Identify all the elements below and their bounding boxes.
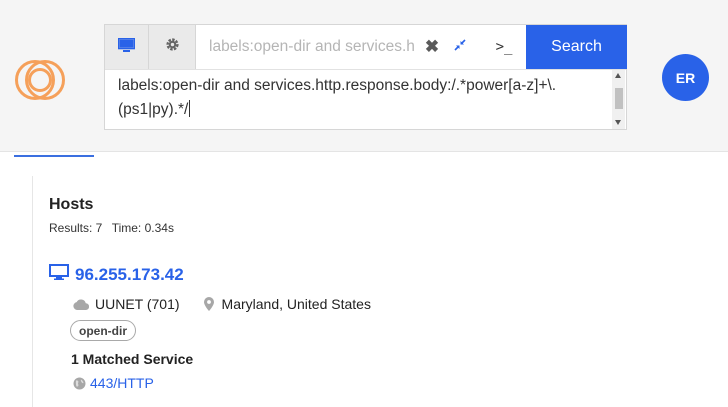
close-icon: ✖ [424,37,440,56]
search-box: ✖ >_ Search labels:open-dir and services… [104,24,627,130]
scroll-up-arrow-icon[interactable] [615,73,621,78]
collapse-icon [454,38,466,56]
query-value: labels:open-dir and services.http.respon… [118,77,557,118]
query-textarea[interactable]: labels:open-dir and services.http.respon… [105,69,626,129]
scroll-down-arrow-icon[interactable] [615,120,621,125]
label-badge[interactable]: open-dir [70,320,136,341]
top-bar: ✖ >_ Search labels:open-dir and services… [0,0,728,152]
cli-button[interactable]: >_ [485,25,523,69]
map-pin-icon [203,297,214,311]
content-divider [32,176,33,407]
search-row: ✖ >_ Search [105,25,627,69]
logo[interactable] [14,58,72,102]
search-input[interactable] [197,25,415,69]
collapse-button[interactable] [447,25,473,69]
text-cursor [189,100,191,117]
active-tab-indicator [14,155,94,157]
query-scrollbar[interactable] [612,70,625,129]
results-time: Time: 0.34s [111,221,174,235]
globe-icon [73,377,86,390]
query-text[interactable]: labels:open-dir and services.http.respon… [118,74,608,122]
settings-button[interactable] [149,25,196,69]
service-label[interactable]: 443/HTTP [90,375,154,391]
host-result-link[interactable]: 96.255.173.42 [49,264,184,285]
host-type-button[interactable] [105,25,149,69]
cloud-icon [73,299,89,310]
user-avatar[interactable]: ER [662,54,709,101]
host-location: Maryland, United States [203,296,371,312]
desktop-icon [117,37,136,57]
clear-button[interactable]: ✖ [419,25,445,69]
host-asn[interactable]: UUNET (701) [95,296,180,312]
results-summary: Results: 7 Time: 0.34s [49,221,174,235]
matched-services-heading: 1 Matched Service [71,351,194,367]
search-button[interactable]: Search [526,25,627,69]
host-ip[interactable]: 96.255.173.42 [75,265,184,285]
results-count: Results: 7 [49,221,103,235]
host-location-text[interactable]: Maryland, United States [222,296,371,312]
service-link[interactable]: 443/HTTP [73,375,154,391]
results-heading: Hosts [49,196,94,213]
terminal-icon: >_ [495,39,513,55]
scroll-thumb[interactable] [615,88,623,109]
desktop-icon [49,264,69,285]
host-details: UUNET (701) Maryland, United States [73,296,371,312]
gear-icon [165,37,180,57]
